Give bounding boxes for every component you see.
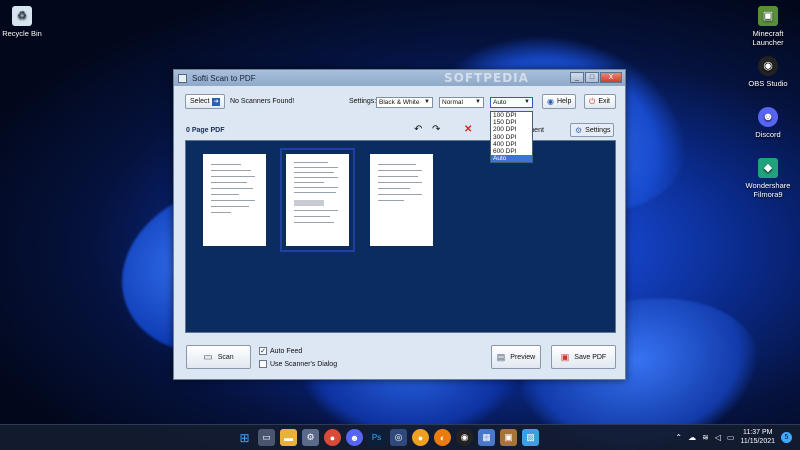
clock[interactable]: 11:37 PM 11/15/2021 [740, 428, 775, 446]
discord-taskbar-icon[interactable]: ☻ [346, 429, 363, 446]
bottom-panel: ▭ Scan ✓ Auto Feed Use Scanner's Dialog … [182, 342, 618, 374]
maximize-button[interactable]: □ [585, 72, 599, 83]
window-title: Softi Scan to PDF [192, 73, 256, 83]
obs-taskbar-icon[interactable]: ◉ [456, 429, 473, 446]
quality-select[interactable]: Normal ▼ [439, 97, 484, 108]
battery-icon[interactable]: ▭ [727, 433, 735, 442]
color-mode-select[interactable]: Black & White ▼ [376, 97, 433, 108]
dpi-dropdown-list[interactable]: 100 DPI 150 DPI 200 DPI 300 DPI 400 DPI … [490, 111, 533, 164]
arrow-right-icon: ➜ [212, 97, 220, 106]
taskbar: ⊞ ▭ ▬ ⚙ ● ☻ Ps ◎ ● ◐ ◉ ▦ ▣ ▨ ⌃ ☁ ≋ ◁ ▭ 1… [0, 424, 800, 450]
dpi-option[interactable]: 400 DPI [491, 141, 532, 148]
notification-badge[interactable]: 5 [781, 431, 792, 443]
minimize-button[interactable]: _ [570, 72, 584, 83]
discord-icon: ☻ [758, 107, 778, 127]
desktop-icon-discord[interactable]: ☻ Discord [736, 107, 800, 139]
chevron-up-icon[interactable]: ⌃ [675, 433, 682, 442]
preview-button[interactable]: ▤ Preview [491, 345, 541, 369]
pdf-icon: ▣ [560, 351, 570, 362]
rotate-right-icon[interactable]: ↷ [432, 124, 440, 135]
use-scanner-dialog-checkbox[interactable]: Use Scanner's Dialog [259, 360, 337, 368]
page-thumbnail-selected[interactable] [280, 148, 355, 252]
chrome-icon[interactable]: ● [324, 429, 341, 446]
select-button[interactable]: Select ➜ [185, 94, 225, 109]
watermark: SOFTPEDIA [444, 71, 529, 85]
scanner-status: No Scanners Found! [230, 98, 295, 105]
emoji-icon[interactable]: ● [412, 429, 429, 446]
gear-icon: ⚙ [575, 125, 583, 135]
screenshot-icon[interactable]: ▦ [478, 429, 495, 446]
preview-icon: ▤ [496, 351, 506, 362]
auto-feed-checkbox[interactable]: ✓ Auto Feed [259, 347, 302, 355]
photoshop-icon[interactable]: Ps [368, 429, 385, 446]
desktop-icon-minecraft[interactable]: ▣ Minecraft Launcher [736, 6, 800, 47]
scan-button[interactable]: ▭ Scan [186, 345, 251, 369]
page-toolbar: 0 Page PDF ↶ ↷ ✕ Document ⚙ Settings [182, 122, 618, 140]
save-pdf-button[interactable]: ▣ Save PDF [551, 345, 616, 369]
desktop-icon-obs[interactable]: ◉ OBS Studio [736, 56, 800, 88]
title-bar[interactable]: Softi Scan to PDF SOFTPEDIA _ □ X [174, 70, 625, 86]
page-count: 0 Page PDF [186, 127, 225, 134]
filmora-icon: ◆ [758, 158, 778, 178]
exit-icon: ⏻ [589, 96, 596, 106]
recycle-bin-icon: ♻ [12, 6, 32, 26]
dpi-option[interactable]: 100 DPI [491, 112, 532, 119]
checkbox-checked-icon: ✓ [259, 347, 267, 355]
checkbox-empty-icon [259, 360, 267, 368]
desktop-icon-recycle-bin[interactable]: ♻ Recycle Bin [0, 6, 54, 38]
chevron-down-icon: ▼ [475, 99, 481, 105]
dpi-option[interactable]: 150 DPI [491, 119, 532, 126]
file-explorer-icon[interactable]: ▬ [280, 429, 297, 446]
photos-icon[interactable]: ▨ [522, 429, 539, 446]
chevron-down-icon: ▼ [524, 99, 530, 105]
dpi-option[interactable]: 300 DPI [491, 134, 532, 141]
settings-button[interactable]: ⚙ Settings [570, 123, 614, 137]
page-thumbnail[interactable] [203, 154, 266, 246]
settings-label: Settings: [349, 98, 377, 105]
desktop-icon-filmora[interactable]: ◆ Wondershare Filmora9 [736, 158, 800, 199]
obs-icon: ◉ [758, 56, 778, 76]
exit-button[interactable]: ⏻ Exit [584, 94, 616, 109]
close-button[interactable]: X [600, 72, 622, 83]
page-thumbnail[interactable] [370, 154, 433, 246]
dpi-option[interactable]: 200 DPI [491, 126, 532, 133]
dpi-select[interactable]: Auto ▼ [490, 97, 533, 108]
app-window: Softi Scan to PDF SOFTPEDIA _ □ X Select… [173, 69, 626, 380]
blender-icon[interactable]: ◐ [434, 429, 451, 446]
settings-icon[interactable]: ⚙ [302, 429, 319, 446]
rotate-left-icon[interactable]: ↶ [414, 124, 422, 135]
help-icon: ◉ [547, 97, 554, 106]
scanner-icon: ▭ [203, 351, 213, 363]
delete-icon[interactable]: ✕ [464, 124, 472, 135]
volume-icon[interactable]: ◁ [715, 433, 721, 442]
wifi-icon[interactable]: ≋ [702, 433, 709, 442]
task-view-icon[interactable]: ▭ [258, 429, 275, 446]
cloud-icon[interactable]: ☁ [688, 433, 696, 442]
system-tray: ⌃ ☁ ≋ ◁ ▭ 11:37 PM 11/15/2021 5 [675, 428, 792, 446]
globe-icon[interactable]: ◎ [390, 429, 407, 446]
help-button[interactable]: ◉ Help [542, 94, 576, 109]
dpi-option-selected[interactable]: Auto [491, 155, 532, 163]
page-canvas[interactable] [185, 140, 616, 333]
package-icon[interactable]: ▣ [500, 429, 517, 446]
minecraft-icon: ▣ [758, 6, 778, 26]
chevron-down-icon: ▼ [424, 99, 430, 105]
start-icon[interactable]: ⊞ [236, 429, 253, 446]
app-icon [178, 73, 187, 83]
dpi-option[interactable]: 600 DPI [491, 148, 532, 155]
